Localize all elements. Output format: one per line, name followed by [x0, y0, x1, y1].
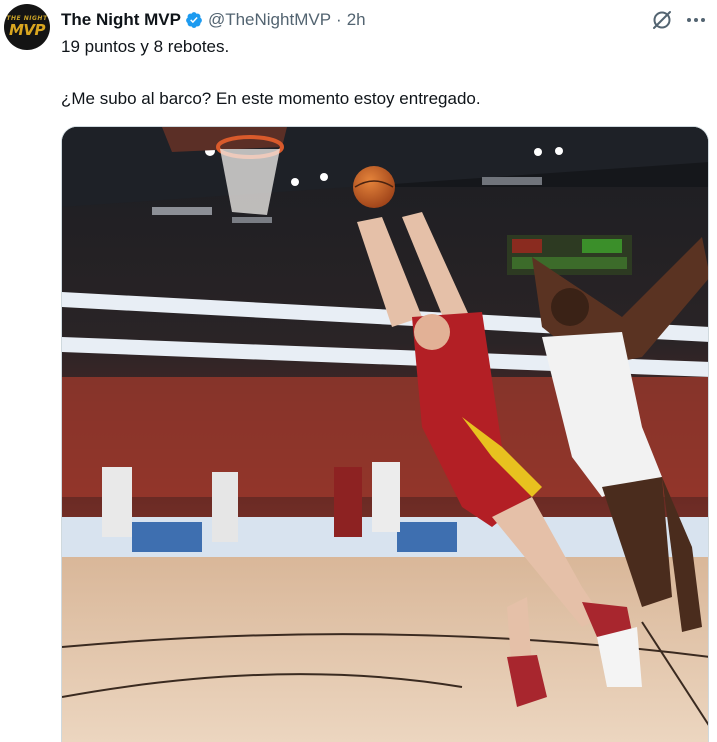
- avatar-logo-text-main: MVP: [8, 21, 46, 39]
- more-options-icon[interactable]: [684, 8, 708, 32]
- separator-dot: ·: [336, 10, 342, 29]
- tweet-header: The Night MVP @TheNightMVP · 2h: [61, 8, 366, 32]
- tweet-text-line-1: 19 puntos y 8 rebotes.: [61, 37, 230, 56]
- verified-badge-icon[interactable]: [185, 11, 203, 29]
- timestamp[interactable]: 2h: [347, 10, 366, 30]
- tweet-text-line-2: ¿Me subo al barco? En este momento estoy…: [61, 89, 481, 108]
- handle[interactable]: @TheNightMVP: [208, 10, 331, 30]
- tweet-media-video[interactable]: [61, 126, 709, 742]
- avatar[interactable]: THE NIGHT MVP: [4, 4, 50, 50]
- display-name[interactable]: The Night MVP: [61, 10, 181, 30]
- basketball-scene-image: [62, 127, 708, 742]
- grok-icon[interactable]: [650, 8, 674, 32]
